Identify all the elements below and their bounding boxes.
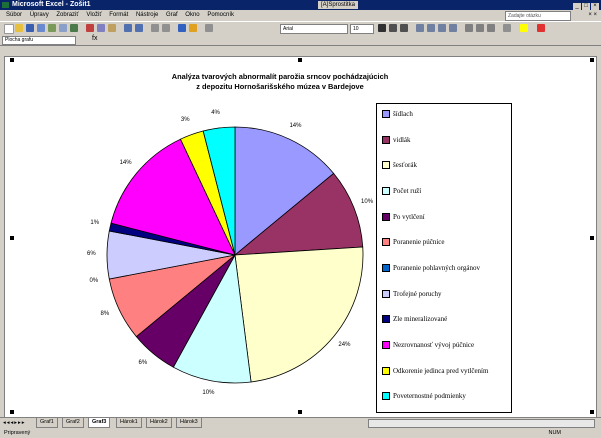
- tab-harok2[interactable]: Hárok2: [146, 418, 172, 428]
- pie-value-label[interactable]: 8%: [101, 311, 110, 317]
- pie-value-label[interactable]: 10%: [361, 199, 373, 205]
- status-text: Pripravený: [4, 430, 31, 436]
- pie-value-label[interactable]: 14%: [289, 123, 301, 129]
- pie-value-label[interactable]: 4%: [211, 110, 220, 116]
- pie-value-label[interactable]: 14%: [120, 160, 132, 166]
- chart-legend[interactable]: šídlach vidlák šesťorák Počet ruží Po vytlče…: [376, 103, 512, 413]
- legend-label: Trofejné poruchy: [393, 289, 442, 298]
- legend-label: šídlach: [393, 110, 413, 118]
- legend-swatch: [382, 366, 390, 375]
- tab-graf3[interactable]: Graf3: [88, 418, 111, 428]
- pie-value-label[interactable]: 1%: [90, 220, 99, 226]
- legend-swatch: [382, 187, 390, 195]
- pie-value-label[interactable]: 24%: [338, 342, 350, 348]
- legend-swatch: [382, 264, 390, 272]
- legend-label: Poveternostné podmienky: [393, 392, 466, 401]
- legend-label: šesťorák: [393, 161, 417, 170]
- pie-value-label[interactable]: 10%: [202, 390, 214, 396]
- legend-label: vidlák: [393, 135, 411, 144]
- legend-swatch: [382, 315, 390, 324]
- legend-label: Zle mineralizované: [393, 315, 448, 324]
- status-bar: Pripravený NUM: [0, 429, 601, 438]
- tab-scroll-buttons[interactable]: ◂◂◂▸▸▸: [3, 418, 26, 428]
- legend-swatch: [382, 341, 390, 349]
- legend-swatch: [382, 110, 390, 118]
- legend-label: Počet ruží: [393, 187, 422, 195]
- legend-label: Po vytlčení: [393, 212, 425, 221]
- tab-graf1[interactable]: Graf1: [36, 418, 58, 428]
- sheet-tabs-bar: ◂◂◂▸▸▸ Graf1 Graf2 Graf3 Hárok1 Hárok2 H…: [0, 417, 601, 429]
- legend-swatch: [382, 238, 390, 247]
- legend-swatch: [382, 161, 390, 170]
- pie-value-label[interactable]: 3%: [181, 117, 190, 123]
- legend-swatch: [382, 135, 390, 144]
- num-lock-indicator: NUM: [548, 430, 561, 436]
- tab-harok3[interactable]: Hárok3: [176, 418, 202, 428]
- tab-harok1[interactable]: Hárok1: [116, 418, 142, 428]
- horizontal-scrollbar[interactable]: [368, 419, 595, 428]
- legend-label: Poranenie pohlavných orgánov: [393, 264, 480, 272]
- legend-label: Nezrovnanosť vývoj púčnice: [393, 341, 475, 349]
- legend-swatch: [382, 289, 390, 298]
- pie-slice[interactable]: [234, 246, 364, 383]
- legend-swatch: [382, 392, 390, 401]
- legend-label: Odkorenie jedinca pred vytlčením: [393, 366, 489, 375]
- legend-swatch: [382, 212, 390, 221]
- pie-value-label[interactable]: 6%: [138, 360, 147, 366]
- tab-graf2[interactable]: Graf2: [62, 418, 84, 428]
- pie-value-label[interactable]: 6%: [87, 251, 96, 257]
- legend-label: Poranenie púčnice: [393, 238, 445, 247]
- pie-value-label[interactable]: 0%: [90, 278, 99, 284]
